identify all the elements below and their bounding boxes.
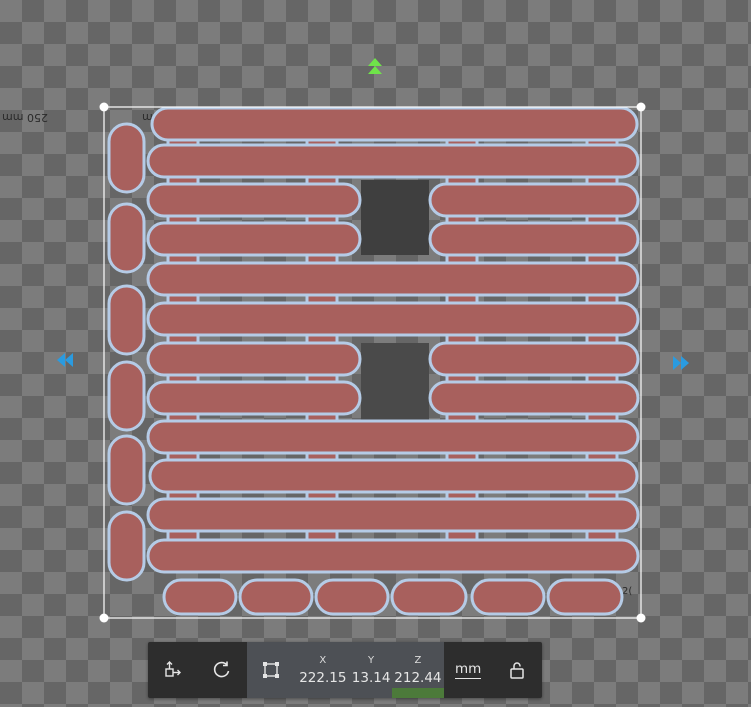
scale-frame-icon xyxy=(263,662,280,678)
model-view[interactable] xyxy=(0,0,751,640)
coordinate-y-label: Y xyxy=(368,654,375,666)
unit-label: mm xyxy=(454,661,482,679)
model-part-11[interactable] xyxy=(428,221,640,257)
model-part-1[interactable] xyxy=(107,202,146,274)
model-part-22[interactable] xyxy=(162,578,238,616)
model-part-2[interactable] xyxy=(107,284,146,356)
coordinate-x-field[interactable]: X 222.15 xyxy=(295,642,350,698)
rotate-button[interactable] xyxy=(197,642,246,698)
corner-handle-top-right[interactable] xyxy=(636,102,646,112)
model-part-26[interactable] xyxy=(470,578,546,616)
model-part-13[interactable] xyxy=(146,301,640,337)
move-up-handle-icon[interactable] xyxy=(368,58,382,74)
model-part-20[interactable] xyxy=(146,497,640,533)
model-part-19[interactable] xyxy=(148,458,639,494)
model-part-16[interactable] xyxy=(146,380,362,416)
model-part-5[interactable] xyxy=(107,510,146,582)
scale-button[interactable] xyxy=(246,642,296,698)
model-part-7[interactable] xyxy=(146,143,640,179)
model-part-25[interactable] xyxy=(390,578,468,616)
coordinate-x-label: X xyxy=(319,654,327,666)
move-left-handle-icon[interactable] xyxy=(57,353,73,367)
3d-viewport[interactable]: 250 mm mm 2( xyxy=(0,0,751,707)
model-part-4[interactable] xyxy=(107,434,146,506)
model-part-27[interactable] xyxy=(546,578,624,616)
coordinate-y-field[interactable]: Y 13.14 xyxy=(349,642,393,698)
coordinate-z-field[interactable]: Z 212.44 xyxy=(392,642,444,698)
unlock-icon xyxy=(510,662,525,679)
lock-button[interactable] xyxy=(493,642,542,698)
coordinate-z-value[interactable]: 212.44 xyxy=(394,670,441,686)
move-button[interactable] xyxy=(148,642,197,698)
model-hole-top xyxy=(361,180,429,255)
move-axis-icon xyxy=(164,661,181,677)
model-part-14[interactable] xyxy=(146,341,362,377)
model-part-17[interactable] xyxy=(428,380,640,416)
model-part-12[interactable] xyxy=(146,261,640,297)
model-part-0[interactable] xyxy=(107,122,146,194)
corner-handle-bottom-left[interactable] xyxy=(99,613,109,623)
model-hole-middle xyxy=(361,343,429,421)
coordinate-z-label: Z xyxy=(414,654,422,666)
model-part-24[interactable] xyxy=(314,578,390,616)
model-part-21[interactable] xyxy=(146,538,640,574)
model-part-15[interactable] xyxy=(428,341,640,377)
corner-handle-top-left[interactable] xyxy=(99,102,109,112)
model-part-23[interactable] xyxy=(238,578,314,616)
model-part-6[interactable] xyxy=(150,106,639,142)
corner-handle-bottom-right[interactable] xyxy=(636,613,646,623)
transform-toolbar: X 222.15 Y 13.14 Z 212.44 mm xyxy=(148,642,542,698)
unit-toggle[interactable]: mm xyxy=(444,642,493,698)
model-part-10[interactable] xyxy=(146,221,362,257)
model-part-18[interactable] xyxy=(146,419,640,455)
coordinate-x-value[interactable]: 222.15 xyxy=(299,670,346,686)
model-part-8[interactable] xyxy=(146,182,362,218)
rotate-icon xyxy=(213,661,230,678)
move-right-handle-icon[interactable] xyxy=(673,356,689,370)
model-part-9[interactable] xyxy=(428,182,640,218)
coordinate-y-value[interactable]: 13.14 xyxy=(352,670,391,686)
model-part-3[interactable] xyxy=(107,360,146,432)
